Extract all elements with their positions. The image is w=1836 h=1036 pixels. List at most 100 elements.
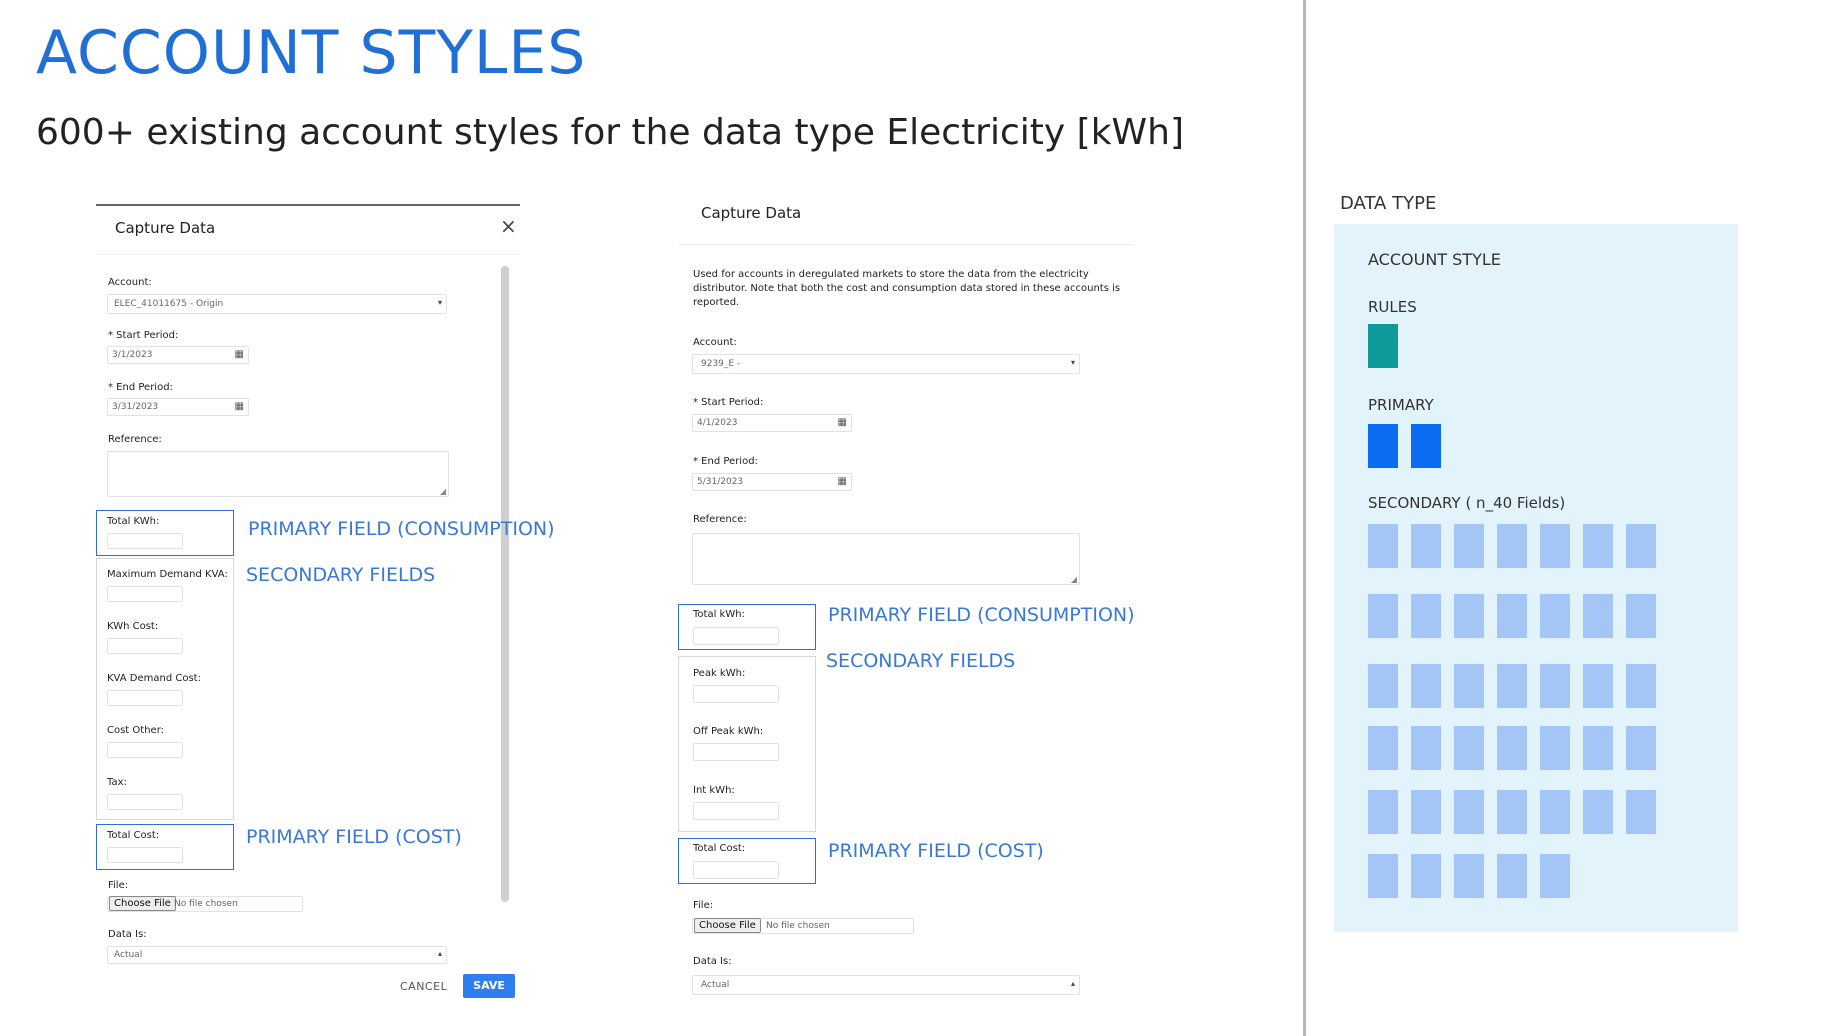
secondary-block <box>1454 854 1484 898</box>
no-file-text: No file chosen <box>766 921 830 931</box>
start-period-value: 4/1/2023 <box>697 418 738 428</box>
calendar-icon[interactable]: ▦ <box>235 349 244 360</box>
choose-file-button[interactable]: Choose File <box>109 896 176 911</box>
primary-block <box>1368 424 1398 468</box>
secondary-block <box>1497 524 1527 568</box>
secondary-block <box>1411 726 1441 770</box>
rules-label: RULES <box>1368 298 1417 316</box>
secondary-block <box>1540 664 1570 708</box>
data-type-panel: ACCOUNT STYLE RULES PRIMARY SECONDARY ( … <box>1334 224 1738 932</box>
secondary-field-input[interactable] <box>107 794 183 810</box>
secondary-block <box>1497 790 1527 834</box>
right-form-description: Used for accounts in deregulated markets… <box>693 269 1121 308</box>
end-period-input[interactable]: 3/31/2023 ▦ <box>107 398 249 416</box>
secondary-block <box>1454 726 1484 770</box>
page-subtitle: 600+ existing account styles for the dat… <box>36 112 1184 153</box>
secondary-block <box>1626 726 1656 770</box>
data-is-label: Data Is: <box>693 956 732 967</box>
secondary-fields-frame: Peak kWh: Off Peak kWh: Int kWh: <box>678 656 816 832</box>
primary-field-cost-box: Total Cost: <box>96 824 234 870</box>
choose-file-button[interactable]: Choose File <box>694 918 761 933</box>
calendar-icon[interactable]: ▦ <box>838 476 847 487</box>
secondary-field-input[interactable] <box>107 742 183 758</box>
secondary-block <box>1368 594 1398 638</box>
secondary-block <box>1411 524 1441 568</box>
account-select-value: ELEC_41011675 - Origin <box>114 299 224 309</box>
total-kwh-input[interactable] <box>107 533 183 549</box>
total-kwh-input[interactable] <box>693 627 779 645</box>
secondary-block <box>1626 790 1656 834</box>
secondary-field-label: Cost Other: <box>107 725 164 736</box>
secondary-field-label: Int kWh: <box>693 785 735 796</box>
close-icon[interactable]: × <box>500 214 517 238</box>
account-select[interactable]: ELEC_41011675 - Origin ▾ <box>107 294 447 314</box>
secondary-field-input[interactable] <box>693 685 779 703</box>
data-is-label: Data Is: <box>108 929 147 940</box>
total-cost-input[interactable] <box>107 847 183 863</box>
reference-textarea[interactable]: ◢ <box>692 533 1080 585</box>
annotation-secondary-fields: SECONDARY FIELDS <box>826 650 1016 672</box>
secondary-field-input[interactable] <box>107 586 183 602</box>
chevron-down-icon: ▾ <box>1070 358 1075 367</box>
resize-handle-icon[interactable]: ◢ <box>440 487 446 496</box>
annotation-primary-cost: PRIMARY FIELD (COST) <box>246 826 462 848</box>
secondary-block <box>1540 594 1570 638</box>
data-is-select[interactable]: Actual ▴ <box>107 946 447 964</box>
left-form-header: Capture Data <box>115 219 216 237</box>
start-period-input[interactable]: 4/1/2023 ▦ <box>692 414 852 432</box>
file-label: File: <box>693 900 714 911</box>
secondary-block <box>1454 664 1484 708</box>
end-period-label: * End Period: <box>108 382 173 393</box>
primary-field-cost-box: Total Cost: <box>678 838 816 884</box>
secondary-field-input[interactable] <box>693 743 779 761</box>
calendar-icon[interactable]: ▦ <box>838 417 847 428</box>
right-form-header: Capture Data <box>701 204 802 222</box>
secondary-block <box>1368 790 1398 834</box>
data-type-heading: DATA TYPE <box>1340 193 1437 214</box>
account-select[interactable]: 9239_E - ▾ <box>692 354 1080 374</box>
right-form-header-rule <box>678 244 1134 245</box>
end-period-input[interactable]: 5/31/2023 ▦ <box>692 473 852 491</box>
secondary-block <box>1540 524 1570 568</box>
reference-label: Reference: <box>693 514 747 525</box>
total-cost-input[interactable] <box>693 861 779 879</box>
account-label: Account: <box>693 337 737 348</box>
secondary-field-input[interactable] <box>693 802 779 820</box>
total-kwh-label: Total KWh: <box>107 516 160 527</box>
secondary-field-input[interactable] <box>107 690 183 706</box>
total-kwh-label: Total kWh: <box>693 609 745 620</box>
vertical-divider <box>1303 0 1306 1036</box>
resize-handle-icon[interactable]: ◢ <box>1071 575 1077 584</box>
secondary-block <box>1497 854 1527 898</box>
secondary-block <box>1540 790 1570 834</box>
secondary-block <box>1454 790 1484 834</box>
secondary-field-label: KVA Demand Cost: <box>107 673 201 684</box>
secondary-block <box>1368 854 1398 898</box>
end-period-label: * End Period: <box>693 456 758 467</box>
secondary-block <box>1626 664 1656 708</box>
primary-field-consumption-box: Total KWh: <box>96 510 234 556</box>
secondary-block <box>1411 594 1441 638</box>
start-period-label: * Start Period: <box>108 330 179 341</box>
secondary-block <box>1454 524 1484 568</box>
secondary-block <box>1411 790 1441 834</box>
annotation-primary-consumption: PRIMARY FIELD (CONSUMPTION) <box>828 604 1135 626</box>
secondary-field-input[interactable] <box>107 638 183 654</box>
reference-textarea[interactable]: ◢ <box>107 451 449 497</box>
end-period-value: 5/31/2023 <box>697 477 744 487</box>
cancel-button[interactable]: CANCEL <box>400 980 447 993</box>
calendar-icon[interactable]: ▦ <box>235 401 244 412</box>
secondary-block <box>1411 664 1441 708</box>
primary-field-consumption-box: Total kWh: <box>678 604 816 650</box>
left-form-scrollbar[interactable] <box>501 266 509 902</box>
annotation-primary-cost: PRIMARY FIELD (COST) <box>828 840 1044 862</box>
save-button[interactable]: SAVE <box>463 974 515 998</box>
secondary-block <box>1411 854 1441 898</box>
secondary-block <box>1497 664 1527 708</box>
secondary-block <box>1497 726 1527 770</box>
chevron-up-icon: ▴ <box>437 949 442 958</box>
primary-label: PRIMARY <box>1368 396 1434 414</box>
start-period-input[interactable]: 3/1/2023 ▦ <box>107 346 249 364</box>
data-is-select[interactable]: Actual ▴ <box>692 975 1080 995</box>
secondary-block <box>1454 594 1484 638</box>
